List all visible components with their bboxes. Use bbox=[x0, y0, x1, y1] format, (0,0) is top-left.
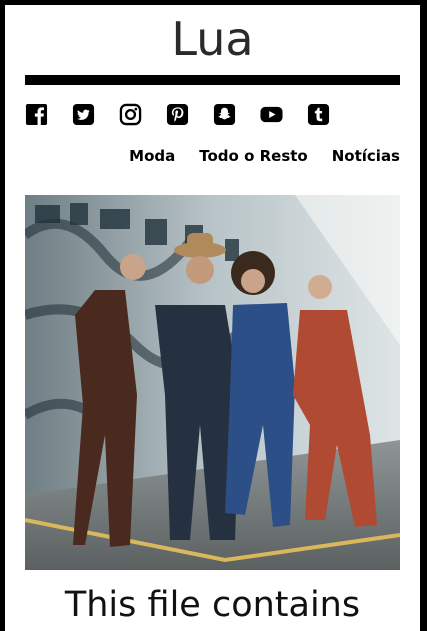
nav-item-moda[interactable]: Moda bbox=[129, 147, 175, 165]
main-nav: Moda Todo o Resto Notícias bbox=[129, 147, 400, 165]
snapchat-icon[interactable] bbox=[213, 103, 236, 126]
nav-item-todo-o-resto[interactable]: Todo o Resto bbox=[199, 147, 307, 165]
twitter-icon[interactable] bbox=[72, 103, 95, 126]
instagram-icon[interactable] bbox=[119, 103, 142, 126]
site-title[interactable]: Lua bbox=[5, 11, 420, 67]
nav-item-noticias[interactable]: Notícias bbox=[332, 147, 400, 165]
tumblr-icon[interactable] bbox=[307, 103, 330, 126]
youtube-icon[interactable] bbox=[260, 103, 283, 126]
hero-image[interactable] bbox=[25, 195, 400, 570]
social-links bbox=[25, 103, 330, 127]
page: Lua Moda Todo o Resto Notícias This file… bbox=[5, 5, 420, 631]
facebook-icon[interactable] bbox=[25, 103, 48, 126]
title-divider bbox=[25, 75, 400, 85]
article-headline[interactable]: This file contains bbox=[5, 583, 420, 627]
pinterest-icon[interactable] bbox=[166, 103, 189, 126]
